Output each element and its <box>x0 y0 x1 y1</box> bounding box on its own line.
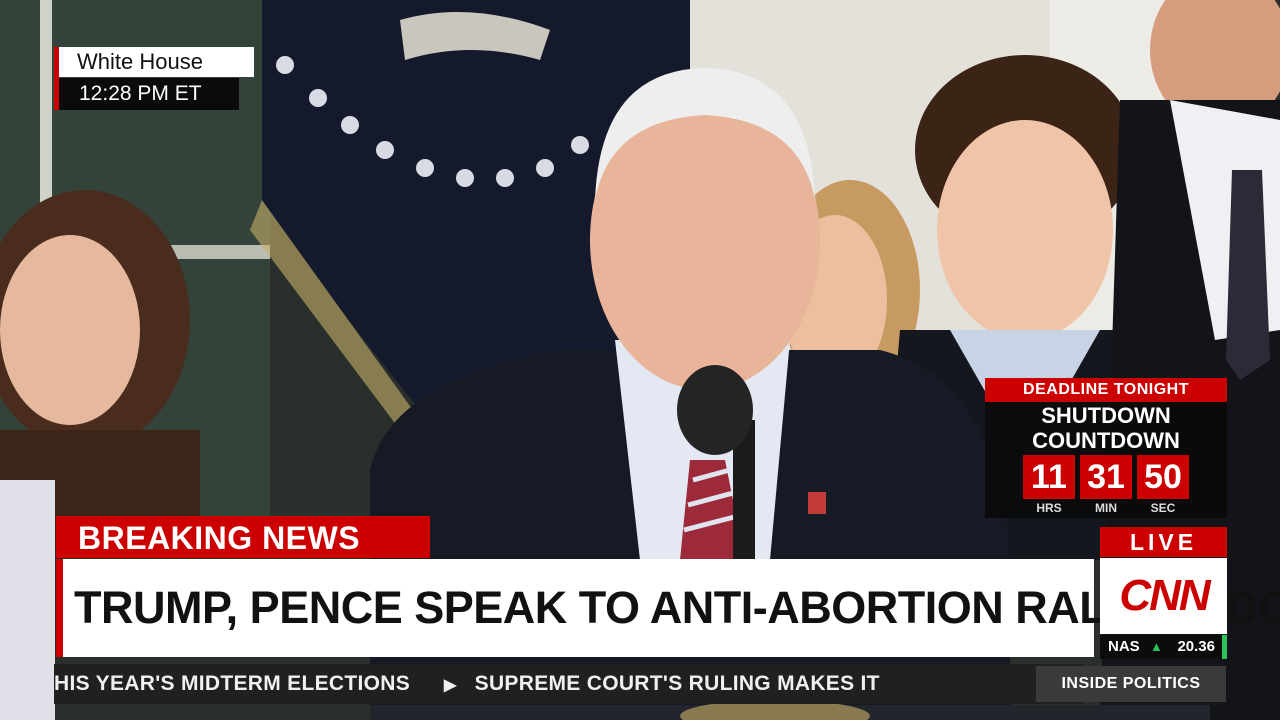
countdown-title-line1: SHUTDOWN <box>1041 403 1171 428</box>
countdown-seconds-label: SEC <box>1150 501 1176 515</box>
play-arrow-icon: ▶ <box>444 677 457 694</box>
live-badge: LIVE <box>1100 527 1227 557</box>
time-label: 12:28 PM ET <box>59 78 239 110</box>
shutdown-countdown: DEADLINE TONIGHT SHUTDOWN COUNTDOWN 11 3… <box>985 378 1227 518</box>
ticker-item: HIS YEAR'S MIDTERM ELECTIONS <box>54 672 411 695</box>
market-label: NAS <box>1108 638 1140 655</box>
ticker-item: SUPREME COURT'S RULING MAKES IT <box>474 672 880 695</box>
market-value: 20.36 <box>1177 638 1215 655</box>
countdown-seconds: 50 <box>1137 455 1189 499</box>
market-indicator: NAS ▲ 20.36 <box>1100 635 1227 659</box>
headline-box: TRUMP, PENCE SPEAK TO ANTI-ABORTION RALL… <box>56 559 1280 657</box>
show-name: INSIDE POLITICS <box>1036 666 1226 702</box>
market-status-bar <box>1222 635 1227 659</box>
breaking-news-banner: BREAKING NEWS <box>56 516 430 558</box>
cnn-logo-icon: CNN <box>1119 571 1210 620</box>
headline-text: TRUMP, PENCE SPEAK TO ANTI-ABORTION RALL… <box>74 582 1280 633</box>
headline-accent <box>56 559 63 657</box>
countdown-header: DEADLINE TONIGHT <box>985 378 1227 402</box>
market-up-arrow-icon: ▲ <box>1150 639 1163 654</box>
countdown-minutes: 31 <box>1080 455 1132 499</box>
countdown-minutes-label: MIN <box>1095 501 1117 515</box>
location-label: White House <box>59 47 254 77</box>
news-ticker: HIS YEAR'S MIDTERM ELECTIONS ▶ SUPREME COU… <box>54 664 1084 704</box>
ticker-track: HIS YEAR'S MIDTERM ELECTIONS ▶ SUPREME COU… <box>54 664 880 704</box>
countdown-hours: 11 <box>1023 455 1075 499</box>
location-bug: White House 12:28 PM ET <box>54 47 254 110</box>
network-logo-box: CNN <box>1100 558 1227 634</box>
countdown-title-line2: COUNTDOWN <box>1032 428 1180 453</box>
countdown-hours-label: HRS <box>1036 501 1062 515</box>
